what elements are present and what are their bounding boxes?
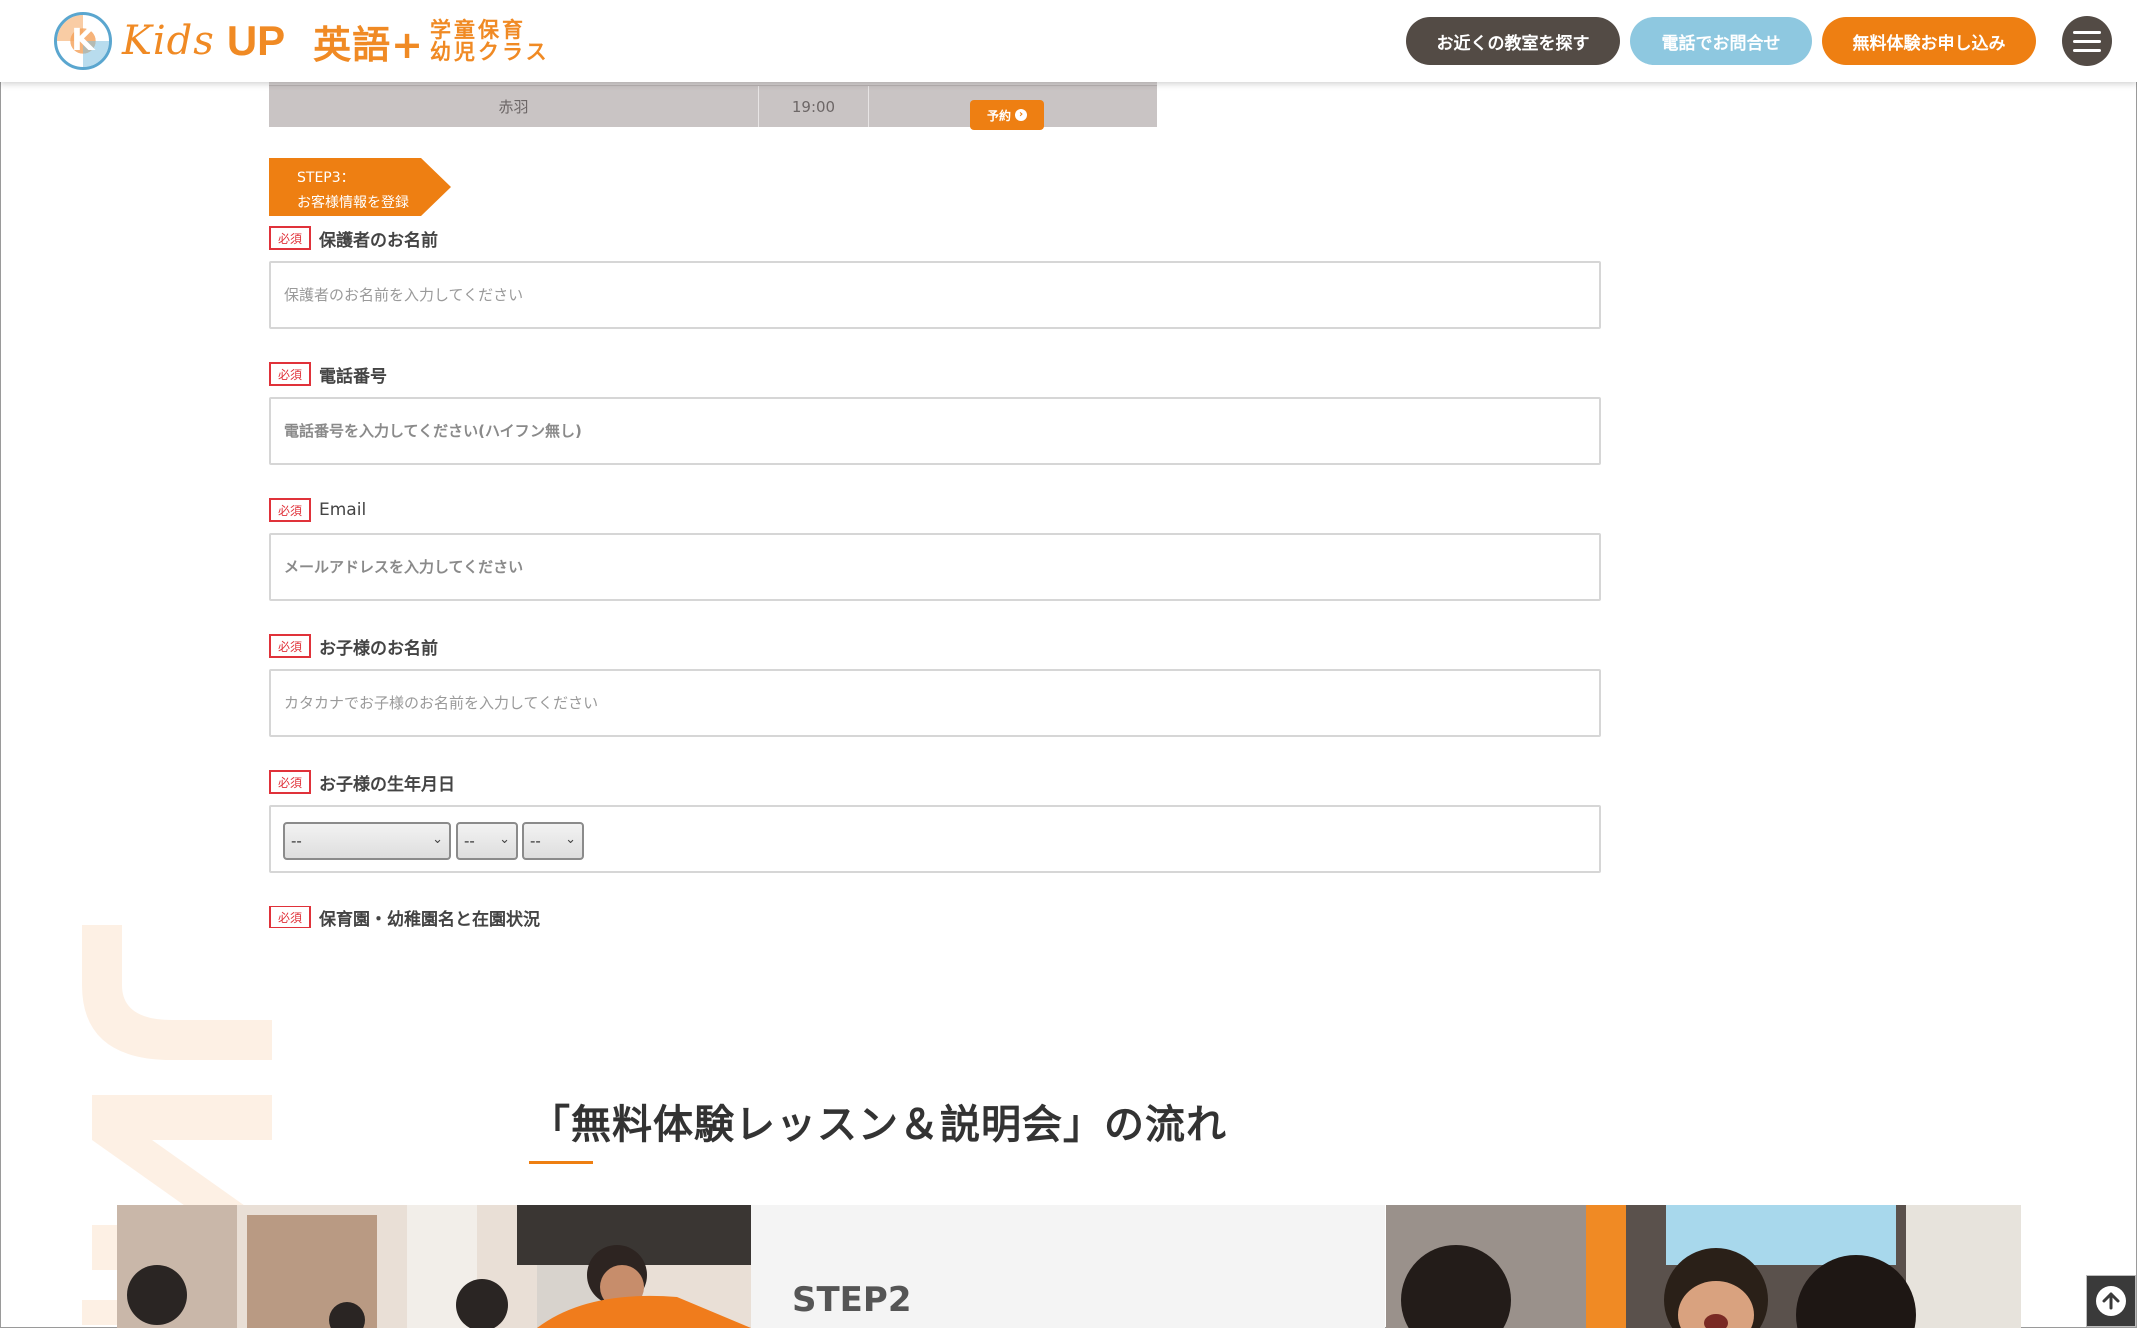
birth-month-select[interactable]: -- ⌄ [456,822,518,860]
required-badge: 必須 [269,362,311,386]
required-badge: 必須 [269,770,311,794]
child-name-field[interactable] [269,669,1601,737]
hamburger-menu-icon[interactable] [2062,16,2112,66]
guardian-name-field[interactable] [269,261,1601,329]
required-badge: 必須 [269,226,311,250]
email-field[interactable] [269,533,1601,601]
chevron-down-icon: ⌄ [499,832,510,847]
logo-subtitle: 学童保育 幼児クラス [430,18,550,64]
step2-heading: STEP2 [792,1280,912,1320]
child-birthdate-field: -- ⌄ -- ⌄ -- ⌄ [269,805,1601,873]
step3-label: STEP3： [297,170,355,186]
phone-field[interactable] [269,397,1601,465]
logo-kids-text: Kids [122,18,215,64]
birth-day-select[interactable]: -- ⌄ [522,822,584,860]
email-input[interactable] [271,535,1599,599]
birth-year-select[interactable]: -- ⌄ [283,822,451,860]
schedule-location-cell: 赤羽 [269,86,759,127]
arrow-up-icon [2096,1286,2126,1316]
logo-mark-icon: K [54,12,112,70]
phone-label: 必須 電話番号 [269,362,387,387]
chevron-down-icon: ⌄ [432,832,443,847]
phone-inquiry-button[interactable]: 電話でお問合せ [1630,17,1812,65]
kidsup-logo[interactable]: K Kids UP 英語+ 学童保育 幼児クラス [54,12,550,70]
step-photo-right [1386,1205,2021,1328]
arrow-right-circle-icon: › [1015,109,1027,121]
phone-input[interactable] [271,399,1599,463]
child-name-label: 必須 お子様のお名前 [269,634,438,659]
guardian-name-label: 必須 保護者のお名前 [269,226,438,251]
logo-up-text: UP [226,17,286,64]
required-badge: 必須 [269,498,311,522]
chevron-down-icon: ⌄ [565,832,576,847]
nursery-label: 必須 保育園・幼稚園名と在園状況 [269,906,540,928]
scroll-to-top-button[interactable] [2086,1275,2136,1327]
schedule-table: 赤羽 19:00 予約 › [269,74,1157,130]
free-trial-apply-button[interactable]: 無料体験お申し込み [1822,17,2036,65]
email-label: 必須 Email [269,498,366,522]
logo-eigo-text: 英語+ [313,22,425,67]
step3-banner: STEP3： お客様情報を登録 [269,158,451,216]
required-badge: 必須 [269,634,311,658]
schedule-time-cell: 19:00 [759,86,869,127]
child-birthdate-label: 必須 お子様の生年月日 [269,770,455,795]
find-classroom-button[interactable]: お近くの教室を探す [1406,17,1620,65]
flow-section-title: 「無料体験レッスン＆説明会」の流れ [530,1102,1227,1148]
step3-description: お客様情報を登録 [297,195,409,211]
child-name-input[interactable] [271,671,1599,735]
guardian-name-input[interactable] [271,263,1599,327]
step-photo-left [117,1205,751,1328]
title-underline [529,1161,593,1164]
reserve-button[interactable]: 予約 › [970,100,1044,130]
site-header: K Kids UP 英語+ 学童保育 幼児クラス お近くの教室を探す 電話でお問… [0,0,2137,82]
required-badge: 必須 [269,906,311,928]
